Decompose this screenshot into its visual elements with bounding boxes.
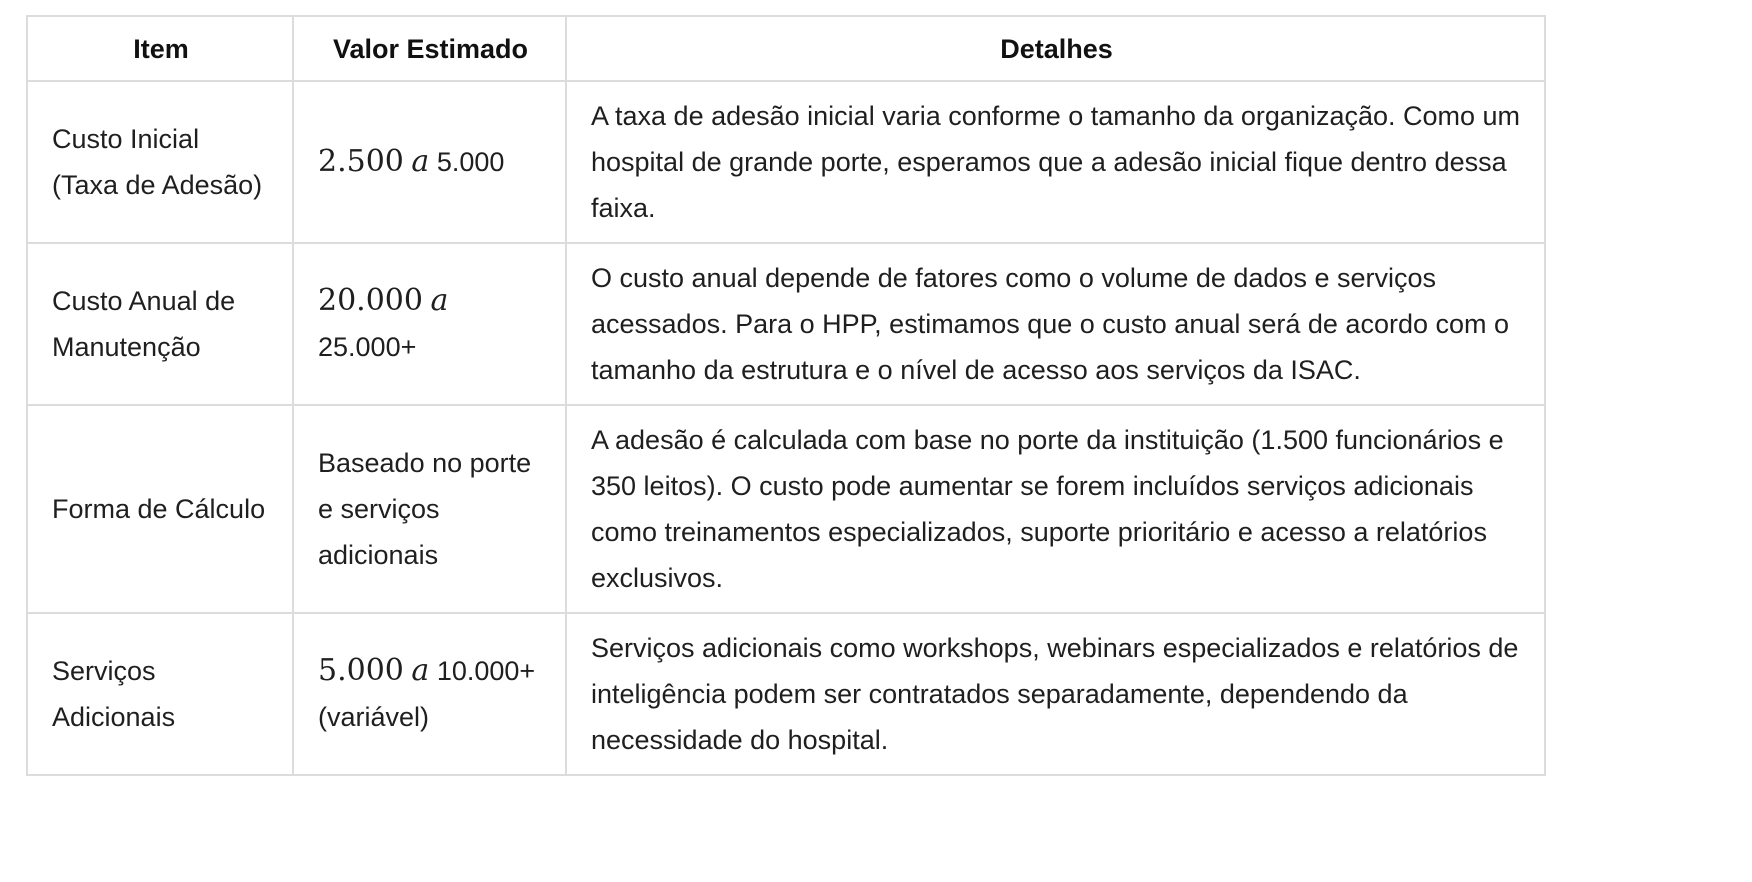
cell-valor: Baseado no porte e serviços adicionais xyxy=(292,404,567,614)
header-item: Item xyxy=(26,15,294,82)
table-body: Custo Inicial (Taxa de Adesão) 2.500 a 5… xyxy=(26,80,1546,776)
cell-item: Custo Inicial (Taxa de Adesão) xyxy=(26,80,294,244)
cell-detalhes: O custo anual depende de fatores como o … xyxy=(565,242,1546,406)
valor-math-variable: a xyxy=(430,283,449,318)
valor-text: 25.000+ xyxy=(318,332,417,362)
cell-detalhes: Serviços adicionais como workshops, webi… xyxy=(565,612,1546,776)
valor-math-variable: a xyxy=(411,653,430,688)
valor-math-variable: a xyxy=(411,144,430,179)
table-row: Serviços Adicionais 5.000 a 10.000+ (var… xyxy=(26,612,1546,776)
cell-detalhes: A adesão é calculada com base no porte d… xyxy=(565,404,1546,614)
cell-valor: 2.500 a 5.000 xyxy=(292,80,567,244)
cell-valor: 20.000 a 25.000+ xyxy=(292,242,567,406)
header-row: Item Valor Estimado Detalhes xyxy=(26,15,1546,82)
cell-detalhes: A taxa de adesão inicial varia conforme … xyxy=(565,80,1546,244)
table-header: Item Valor Estimado Detalhes xyxy=(26,15,1546,82)
table-row: Custo Anual de Manutenção 20.000 a 25.000… xyxy=(26,242,1546,406)
page: Item Valor Estimado Detalhes Custo Inici… xyxy=(0,0,1752,882)
cost-table: Item Valor Estimado Detalhes Custo Inici… xyxy=(26,15,1546,776)
valor-math-number: 20.000 xyxy=(318,283,423,318)
table-row: Custo Inicial (Taxa de Adesão) 2.500 a 5… xyxy=(26,80,1546,244)
cell-item: Forma de Cálculo xyxy=(26,404,294,614)
header-valor-estimado: Valor Estimado xyxy=(292,15,567,82)
cell-item: Custo Anual de Manutenção xyxy=(26,242,294,406)
valor-math-number: 2.500 xyxy=(318,144,404,179)
header-detalhes: Detalhes xyxy=(565,15,1546,82)
valor-text: 5.000 xyxy=(436,147,505,177)
cell-item: Serviços Adicionais xyxy=(26,612,294,776)
table-row: Forma de Cálculo Baseado no porte e serv… xyxy=(26,404,1546,614)
valor-math-number: 5.000 xyxy=(318,653,404,688)
cell-valor: 5.000 a 10.000+ (variável) xyxy=(292,612,567,776)
